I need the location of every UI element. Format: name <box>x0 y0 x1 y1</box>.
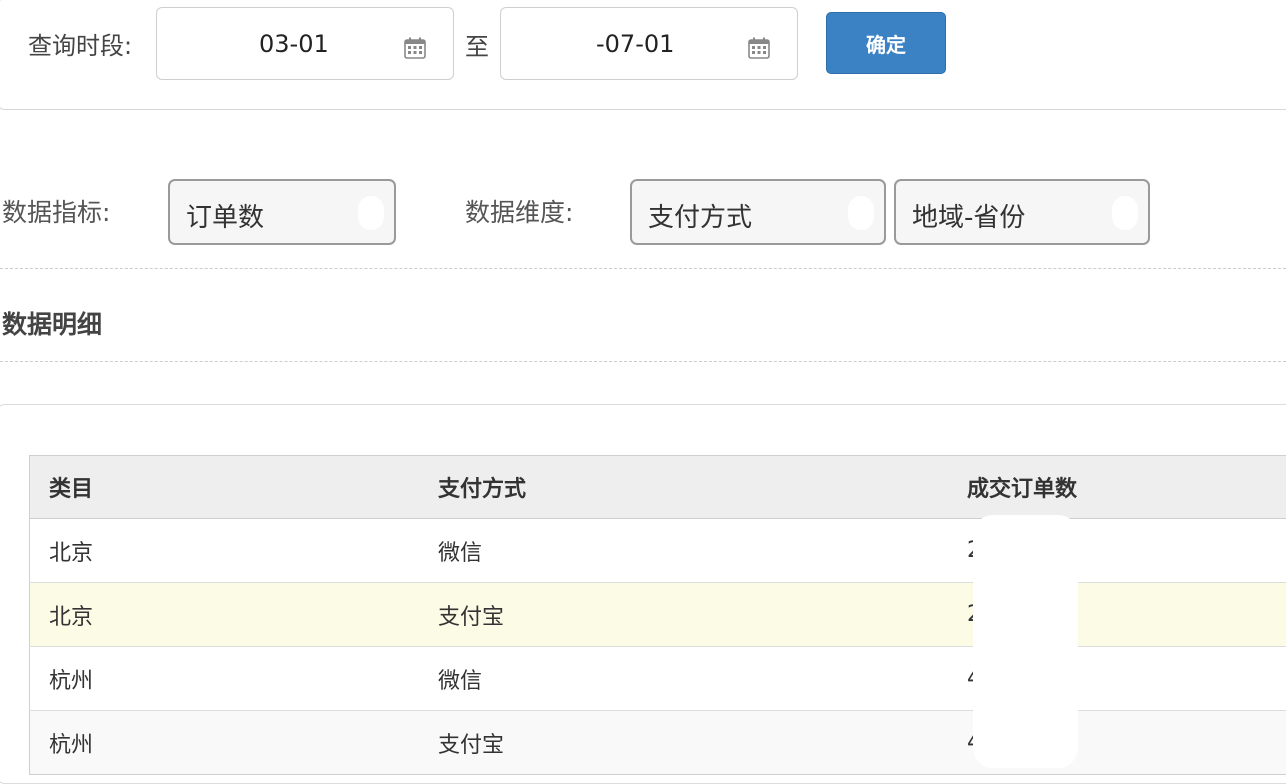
select-handle <box>358 196 384 230</box>
query-period-label: 查询时段: <box>28 26 132 61</box>
column-header-orders[interactable]: 成交订单数 <box>948 456 1286 519</box>
calendar-icon[interactable] <box>403 36 427 60</box>
table-row[interactable]: 北京 微信 2 <box>30 519 1286 583</box>
select-handle <box>1112 196 1138 230</box>
metric-label: 数据指标: <box>2 193 110 229</box>
start-date-field[interactable]: 03-01 <box>156 7 454 80</box>
table-cell: 支付宝 <box>419 711 948 775</box>
start-date-value: 03-01 <box>259 30 329 58</box>
metric-select-value: 订单数 <box>186 197 264 234</box>
table-row[interactable]: 杭州 支付宝 4 <box>30 711 1286 775</box>
dimension-select-payment[interactable]: 支付方式 <box>630 179 886 245</box>
column-header-payment[interactable]: 支付方式 <box>419 456 948 519</box>
table-header-row: 类目 支付方式 成交订单数 <box>30 456 1286 519</box>
dimension-label: 数据维度: <box>465 193 573 229</box>
table-row[interactable]: 北京 支付宝 2 <box>30 583 1286 647</box>
column-header-category[interactable]: 类目 <box>30 456 420 519</box>
table-cell: 杭州 <box>30 647 420 711</box>
confirm-button[interactable]: 确定 <box>826 12 946 74</box>
dimension-select-value: 地域-省份 <box>912 197 1025 234</box>
table-cell: 微信 <box>419 647 948 711</box>
table-cell: 微信 <box>419 519 948 583</box>
end-date-value: -07-01 <box>596 30 674 58</box>
select-handle <box>848 196 874 230</box>
table-cell: 杭州 <box>30 711 420 775</box>
table-cell: 北京 <box>30 519 420 583</box>
table-cell: 支付宝 <box>419 583 948 647</box>
calendar-icon[interactable] <box>747 36 771 60</box>
section-title: 数据明细 <box>2 305 102 341</box>
redaction-patch <box>973 515 1078 768</box>
dimension-select-region[interactable]: 地域-省份 <box>894 179 1150 245</box>
divider <box>0 361 1286 362</box>
data-table: 类目 支付方式 成交订单数 北京 微信 2 北京 支付宝 2 杭州 微信 4 杭… <box>29 455 1286 775</box>
metric-select[interactable]: 订单数 <box>168 179 396 245</box>
date-separator: 至 <box>465 27 489 62</box>
divider <box>0 268 1286 269</box>
dimension-select-value: 支付方式 <box>648 197 752 234</box>
table-cell: 北京 <box>30 583 420 647</box>
end-date-field[interactable]: -07-01 <box>500 7 798 80</box>
table-row[interactable]: 杭州 微信 4 <box>30 647 1286 711</box>
